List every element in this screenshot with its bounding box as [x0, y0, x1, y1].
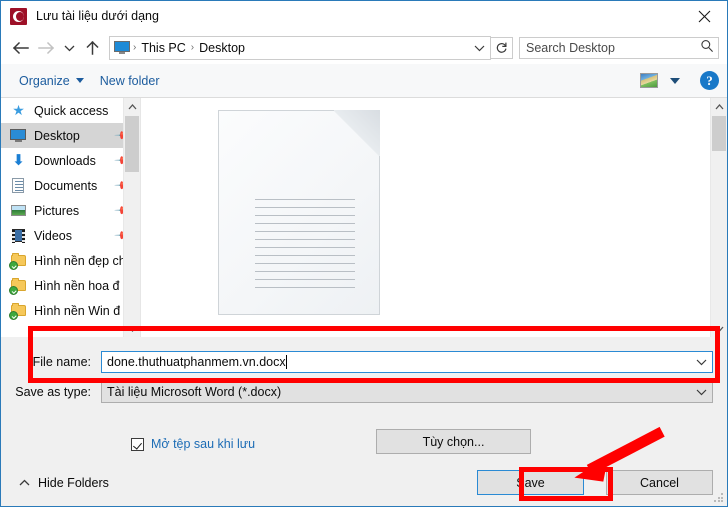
documents-icon — [10, 177, 27, 194]
hide-folders-button[interactable]: Hide Folders — [15, 476, 109, 490]
save-as-type-row: Save as type: Tài liệu Microsoft Word (*… — [15, 381, 713, 403]
save-as-type-chevron-down-icon[interactable] — [690, 388, 712, 396]
dialog-body: ★ Quick access Desktop 📌 ⬇ Downloads 📌 D… — [1, 98, 727, 337]
file-name-row: File name: done.thuthuatphanmem.vn.docx — [15, 351, 713, 373]
close-icon[interactable] — [682, 1, 727, 31]
sidebar-scrollbar[interactable] — [123, 98, 140, 337]
scroll-up-icon[interactable] — [711, 98, 727, 115]
folder-synced-icon — [10, 252, 27, 269]
navigation-sidebar: ★ Quick access Desktop 📌 ⬇ Downloads 📌 D… — [1, 98, 140, 337]
document-preview-icon — [218, 110, 380, 315]
cancel-button[interactable]: Cancel — [606, 470, 713, 495]
address-bar: › This PC › Desktop Search Desktop — [1, 31, 727, 64]
this-pc-icon — [114, 41, 130, 54]
file-name-chevron-down-icon[interactable] — [690, 358, 712, 366]
breadcrumb-item-desktop[interactable]: Desktop — [195, 41, 249, 55]
options-row: Mở tệp sau khi lưu Tùy chọn... — [1, 413, 727, 459]
chevron-up-icon — [19, 476, 30, 490]
title-bar: Lưu tài liệu dưới dạng — [1, 1, 727, 31]
save-button[interactable]: Save — [477, 470, 584, 495]
file-pane-scrollbar-thumb[interactable] — [712, 116, 726, 151]
breadcrumb-chevron-down-icon[interactable] — [468, 38, 490, 58]
save-as-dialog: Lưu tài liệu dưới dạng — [0, 0, 728, 507]
sidebar-item-folder-1[interactable]: Hình nền đẹp ch — [1, 248, 140, 273]
open-after-save-checkbox[interactable]: Mở tệp sau khi lưu — [131, 437, 255, 451]
sidebar-item-folder-3[interactable]: Hình nền Win đ — [1, 298, 140, 323]
recent-locations-icon[interactable] — [59, 35, 79, 61]
refresh-icon[interactable] — [491, 37, 513, 59]
file-list-pane[interactable] — [140, 98, 727, 337]
breadcrumb-item-this-pc[interactable]: This PC — [137, 41, 189, 55]
command-bar: Organize New folder ? — [1, 64, 727, 98]
forward-icon — [33, 35, 59, 61]
page-fold-corner — [333, 110, 380, 157]
sidebar-item-label: Desktop — [34, 129, 80, 143]
search-icon[interactable] — [700, 39, 714, 56]
options-button[interactable]: Tùy chọn... — [376, 429, 531, 454]
desktop-icon — [10, 127, 27, 144]
save-as-type-select[interactable]: Tài liệu Microsoft Word (*.docx) — [101, 381, 713, 403]
hide-folders-label: Hide Folders — [38, 476, 109, 490]
organize-button[interactable]: Organize — [15, 71, 92, 91]
search-input[interactable]: Search Desktop — [519, 37, 719, 59]
search-placeholder: Search Desktop — [526, 41, 700, 55]
sidebar-item-label: Documents — [34, 179, 97, 193]
app-icon — [10, 8, 27, 25]
sidebar-item-label: Videos — [34, 229, 72, 243]
save-as-type-value: Tài liệu Microsoft Word (*.docx) — [107, 385, 281, 399]
sidebar-item-pictures[interactable]: Pictures 📌 — [1, 198, 140, 223]
up-icon[interactable] — [79, 35, 105, 61]
sidebar-item-desktop[interactable]: Desktop 📌 — [1, 123, 140, 148]
folder-synced-icon — [10, 302, 27, 319]
checkbox-checked-icon[interactable] — [131, 438, 144, 451]
sidebar-item-label: Pictures — [34, 204, 79, 218]
sidebar-item-label: Quick access — [34, 104, 108, 118]
chevron-down-icon — [76, 78, 84, 83]
form-rows: File name: done.thuthuatphanmem.vn.docx … — [1, 337, 727, 413]
folder-synced-icon — [10, 277, 27, 294]
file-name-label: File name: — [15, 355, 101, 369]
pictures-icon — [10, 202, 27, 219]
videos-icon — [10, 227, 27, 244]
scroll-down-icon[interactable] — [124, 320, 140, 337]
view-chevron-down-icon[interactable] — [670, 78, 680, 84]
sidebar-item-quick-access[interactable]: ★ Quick access — [1, 98, 140, 123]
save-as-type-label: Save as type: — [15, 385, 101, 399]
sidebar-item-label: Downloads — [34, 154, 96, 168]
text-cursor — [286, 355, 287, 369]
form-zone: File name: done.thuthuatphanmem.vn.docx … — [1, 337, 727, 459]
sidebar-item-label: Hình nền Win đ — [34, 304, 120, 318]
open-after-save-label: Mở tệp sau khi lưu — [151, 437, 255, 451]
file-name-input[interactable]: done.thuthuatphanmem.vn.docx — [101, 351, 713, 373]
sidebar-item-label: Hình nền hoa đ — [34, 279, 120, 293]
sidebar-scrollbar-thumb[interactable] — [125, 116, 139, 172]
dialog-footer: Hide Folders Save Cancel — [1, 459, 727, 506]
new-folder-button[interactable]: New folder — [92, 71, 168, 91]
window-title: Lưu tài liệu dưới dạng — [36, 9, 159, 23]
sidebar-item-videos[interactable]: Videos 📌 — [1, 223, 140, 248]
download-icon: ⬇ — [10, 152, 27, 169]
star-icon: ★ — [10, 102, 27, 119]
file-name-value: done.thuthuatphanmem.vn.docx — [107, 355, 286, 369]
document-text-lines — [255, 199, 355, 295]
breadcrumb[interactable]: › This PC › Desktop — [109, 36, 491, 60]
sidebar-item-documents[interactable]: Documents 📌 — [1, 173, 140, 198]
sidebar-item-downloads[interactable]: ⬇ Downloads 📌 — [1, 148, 140, 173]
back-icon[interactable] — [7, 35, 33, 61]
help-icon[interactable]: ? — [700, 71, 719, 90]
organize-label: Organize — [19, 74, 70, 88]
sidebar-item-label: Hình nền đẹp ch — [34, 254, 126, 268]
scroll-down-icon[interactable] — [711, 320, 727, 337]
resize-grip-icon[interactable] — [714, 493, 724, 503]
scroll-up-icon[interactable] — [124, 98, 140, 115]
view-options-icon[interactable] — [640, 73, 658, 88]
new-folder-label: New folder — [100, 74, 160, 88]
file-pane-scrollbar[interactable] — [710, 98, 727, 337]
sidebar-item-folder-2[interactable]: Hình nền hoa đ — [1, 273, 140, 298]
